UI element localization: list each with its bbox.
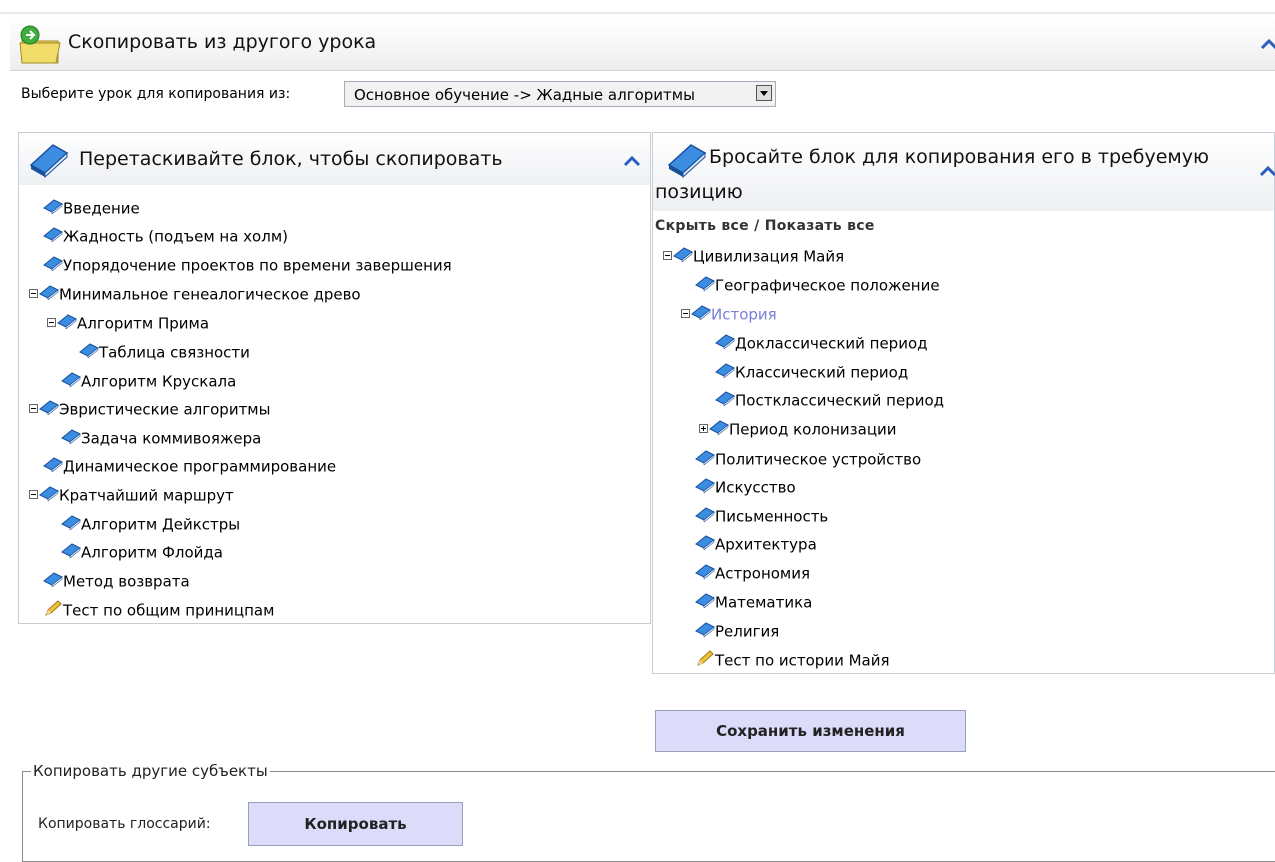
book-icon (43, 226, 63, 242)
collapse-section-icon[interactable] (1260, 38, 1275, 50)
tree-item[interactable]: Введение (43, 197, 140, 219)
tree-item[interactable]: Географическое положение (695, 274, 940, 296)
tree-item[interactable]: Архитектура (695, 533, 817, 555)
tree-item[interactable]: Алгоритм Дейкстры (61, 513, 240, 535)
collapse-node-icon[interactable] (681, 309, 690, 318)
book-icon (61, 542, 81, 558)
book-icon (43, 571, 63, 587)
book-header-icon (667, 144, 707, 179)
tree-item[interactable]: Письменность (695, 505, 828, 527)
target-panel-title-line1: Бросайте блок для копирования его в треб… (709, 146, 1209, 168)
tree-item[interactable]: Жадность (подъем на холм) (43, 225, 288, 247)
book-icon (61, 514, 81, 530)
tree-item[interactable]: Алгоритм Прима (47, 312, 209, 334)
target-panel-title-line2: позицию (655, 181, 743, 203)
book-icon (57, 313, 77, 329)
book-icon (715, 333, 735, 349)
copy-other-subjects-section: Копировать другие субъекты Копировать гл… (22, 762, 1275, 862)
page-title: Скопировать из другого урока (68, 31, 377, 53)
copy-glossary-label: Копировать глоссарий: (38, 816, 211, 832)
save-changes-button[interactable]: Сохранить изменения (655, 710, 966, 752)
book-icon (39, 399, 59, 415)
tree-item[interactable]: Доклассический период (715, 332, 928, 354)
expand-node-icon[interactable] (699, 424, 708, 433)
tree-item[interactable]: Эвристические алгоритмы (29, 398, 270, 420)
copy-glossary-button[interactable]: Копировать (248, 802, 463, 846)
top-divider (0, 12, 1275, 14)
book-icon (695, 477, 715, 493)
tree-item[interactable]: Математика (695, 591, 812, 613)
book-icon (43, 255, 63, 271)
book-header-icon (29, 144, 69, 179)
hide-show-all-links[interactable]: Скрыть все / Показать все (655, 218, 875, 234)
copy-other-subjects-legend: Копировать другие субъекты (33, 762, 268, 780)
copy-lesson-header: Скопировать из другого урока (10, 18, 1275, 71)
tree-item[interactable]: Алгоритм Крускала (61, 370, 236, 392)
target-panel-header: Бросайте блок для копирования его в треб… (653, 133, 1275, 211)
tree-item[interactable]: Тест по общим приницпам (43, 599, 274, 621)
book-icon (695, 563, 715, 579)
book-icon (695, 506, 715, 522)
tree-item[interactable]: История (681, 303, 777, 325)
book-icon (715, 390, 735, 406)
book-icon (695, 275, 715, 291)
dropdown-arrow-icon[interactable] (756, 85, 772, 101)
tree-item[interactable]: Искусство (695, 476, 796, 498)
book-icon (695, 592, 715, 608)
copy-folder-icon (19, 25, 61, 64)
book-icon (79, 342, 99, 358)
tree-item[interactable]: Метод возврата (43, 570, 190, 592)
pencil-icon (45, 599, 62, 616)
source-panel-title: Перетаскивайте блок, чтобы скопировать (79, 148, 503, 170)
source-tree-panel: Перетаскивайте блок, чтобы скопировать В… (18, 132, 651, 624)
tree-item[interactable]: Постклассический период (715, 389, 944, 411)
tree-item[interactable]: Таблица связности (79, 341, 250, 363)
book-icon (673, 246, 693, 262)
collapse-node-icon[interactable] (47, 318, 56, 327)
tree-item[interactable]: Динамическое программирование (43, 455, 336, 477)
collapse-node-icon[interactable] (663, 251, 672, 260)
book-icon (39, 284, 59, 300)
book-icon (695, 449, 715, 465)
tree-item[interactable]: Цивилизация Майя (663, 245, 844, 267)
collapse-node-icon[interactable] (29, 490, 38, 499)
book-icon (715, 362, 735, 378)
book-icon (695, 621, 715, 637)
book-icon (691, 304, 711, 320)
book-icon (61, 428, 81, 444)
book-icon (39, 485, 59, 501)
tree-item[interactable]: Классический период (715, 361, 908, 383)
book-icon (43, 198, 63, 214)
tree-item[interactable]: Астрономия (695, 562, 810, 584)
book-icon (695, 534, 715, 550)
tree-item[interactable]: Задача коммивояжера (61, 427, 261, 449)
tree-item[interactable]: Период колонизации (699, 418, 897, 440)
target-tree-panel: Бросайте блок для копирования его в треб… (652, 132, 1275, 674)
tree-item[interactable]: Алгоритм Флойда (61, 541, 223, 563)
tree-item[interactable]: Упорядочение проектов по времени заверше… (43, 254, 452, 276)
tree-item[interactable]: Религия (695, 620, 779, 642)
lesson-selector-label: Выберите урок для копирования из: (21, 86, 291, 102)
lesson-select[interactable]: Основное обучение -> Жадные алгоритмы (344, 81, 776, 107)
collapse-target-icon[interactable] (1259, 165, 1275, 177)
collapse-node-icon[interactable] (29, 289, 38, 298)
tree-item[interactable]: Политическое устройство (695, 448, 921, 470)
pencil-icon (697, 649, 714, 666)
lesson-select-value: Основное обучение -> Жадные алгоритмы (354, 86, 695, 104)
tree-item[interactable]: Кратчайший маршрут (29, 484, 234, 506)
tree-item[interactable]: Минимальное генеалогическое древо (29, 283, 361, 305)
collapse-node-icon[interactable] (29, 404, 38, 413)
book-icon (709, 419, 729, 435)
book-icon (43, 456, 63, 472)
book-icon (61, 371, 81, 387)
tree-item[interactable]: Тест по истории Майя (695, 649, 890, 671)
collapse-source-icon[interactable] (623, 155, 641, 167)
source-panel-header: Перетаскивайте блок, чтобы скопировать (19, 133, 650, 185)
